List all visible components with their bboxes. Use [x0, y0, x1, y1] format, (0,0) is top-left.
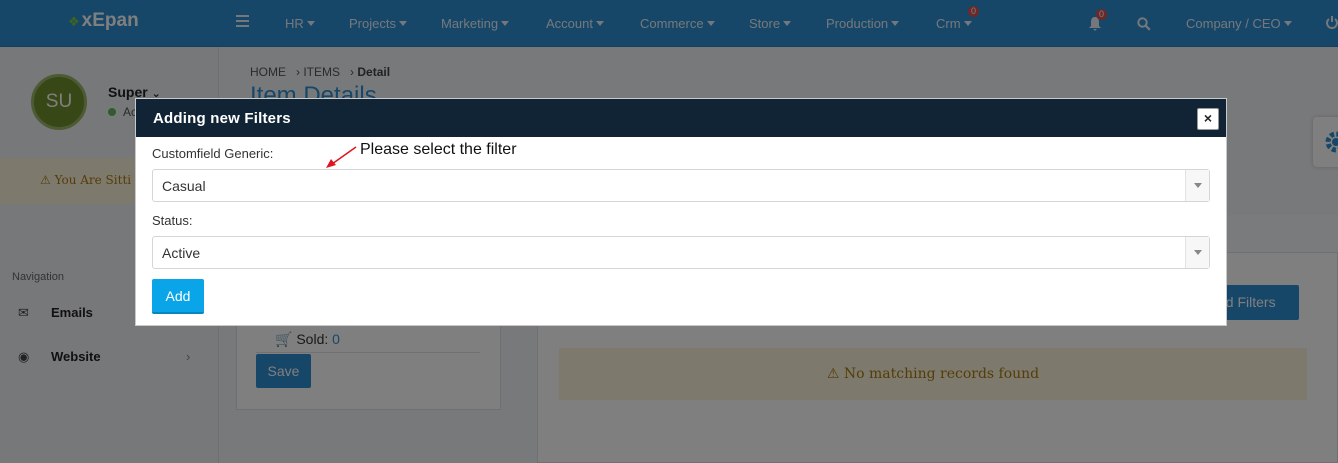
- annotation-arrow-icon: [326, 146, 357, 168]
- dropdown-arrow-icon[interactable]: [1185, 170, 1209, 201]
- status-select[interactable]: Active: [152, 236, 1210, 269]
- annotation-text: Please select the filter: [360, 141, 517, 158]
- modal-title: Adding new Filters: [153, 110, 291, 127]
- close-button[interactable]: ×: [1197, 108, 1219, 130]
- dropdown-arrow-icon[interactable]: [1185, 237, 1209, 268]
- add-button[interactable]: Add: [152, 279, 204, 314]
- add-filter-modal: Adding new Filters × Customfield Generic…: [135, 98, 1227, 326]
- customfield-value: Casual: [162, 178, 206, 194]
- status-label: Status:: [152, 213, 193, 228]
- modal-header: Adding new Filters ×: [136, 99, 1226, 137]
- customfield-label: Customfield Generic:: [152, 146, 274, 161]
- status-value: Active: [162, 245, 201, 261]
- customfield-select[interactable]: Casual: [152, 169, 1210, 202]
